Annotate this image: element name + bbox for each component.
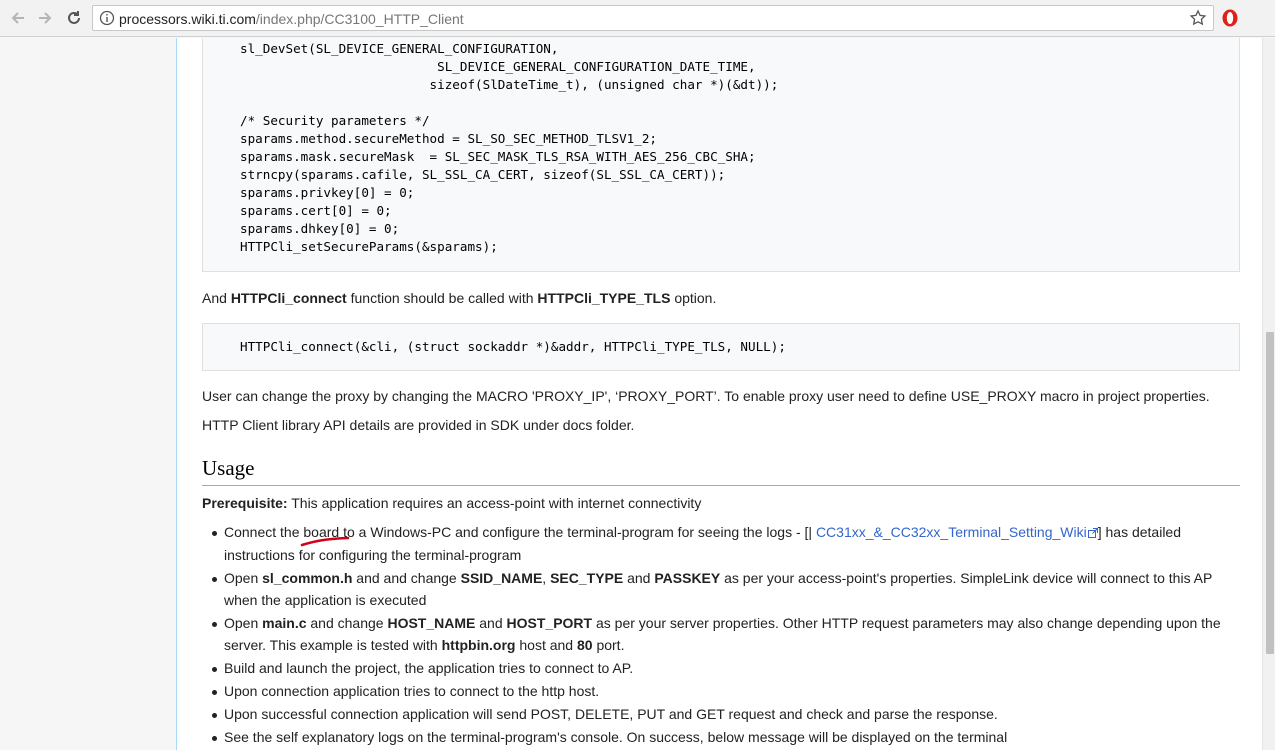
url-path: /index.php/CC3100_HTTP_Client [255,11,464,27]
step3-bold-1: main.c [262,615,307,632]
step3-text-2: and change [306,615,388,632]
reload-icon [68,11,80,24]
back-arrow-icon [11,12,24,24]
step3-text-1: Open [224,615,263,632]
reload-button[interactable] [63,7,85,29]
scrollbar-thumb[interactable] [1266,332,1274,654]
connect-text-1: And [202,290,231,306]
back-button[interactable] [7,7,29,29]
step2-text-1: Open [224,570,263,587]
list-item: Upon successful connection application w… [202,703,1242,725]
list-item: Open sl_common.h and and change SSID_NAM… [202,567,1242,611]
list-item: Upon connection application tries to con… [202,680,1242,702]
step2-bold-2: SSID_NAME [460,570,543,587]
proxy-paragraph: User can change the proxy by changing th… [202,388,1210,404]
page-side-margin [0,38,176,750]
step2-bold-4: PASSKEY [654,570,721,587]
terminal-setting-wiki-link[interactable]: CC31xx_&_CC32xx_Terminal_Setting_Wiki [816,524,1087,540]
step3-text-6: port. [592,637,625,654]
external-link-icon [1087,522,1098,544]
connect-text-2: function should be called with [346,290,538,306]
list-item: See the self explanatory logs on the ter… [202,726,1242,748]
code-block-connect: HTTPCli_connect(&cli, (struct sockaddr *… [202,323,1240,371]
api-paragraph: HTTP Client library API details are prov… [202,417,635,433]
list-item: Connect the board to a Windows-PC and co… [202,521,1242,566]
info-icon[interactable] [99,10,115,31]
article-content: sl_DevSet(SL_DEVICE_GENERAL_CONFIGURATIO… [176,38,1262,750]
list-item: Build and launch the project, the applic… [202,657,1242,679]
usage-steps-list: Connect the board to a Windows-PC and co… [202,521,1242,749]
step3-bold-4: httpbin.org [441,637,516,654]
code-block-secure-params: sl_DevSet(SL_DEVICE_GENERAL_CONFIGURATIO… [202,38,1240,272]
prerequisite-paragraph: Prerequisite: This application requires … [202,495,701,511]
connect-text-3: option. [670,290,717,306]
opera-extension-icon[interactable] [1221,8,1239,33]
connect-paragraph: And HTTPCli_connect function should be c… [202,290,716,306]
url-host: processors.wiki.ti.com [119,11,256,27]
red-underline-annotation [300,536,350,547]
step2-text-3: , [542,570,551,587]
step3-text-3: and [475,615,507,632]
step3-bold-3: HOST_PORT [506,615,593,632]
address-bar[interactable]: processors.wiki.ti.com/index.php/CC3100_… [92,5,1214,31]
connect-bold-2: HTTPCli_TYPE_TLS [537,290,671,306]
step2-text-2: and and change [352,570,461,587]
step2-bold-3: SEC_TYPE [550,570,624,587]
connect-bold-1: HTTPCli_connect [230,290,347,306]
usage-heading: Usage [202,456,1240,486]
forward-button[interactable] [34,7,56,29]
step3-bold-5: 80 [576,637,593,654]
list-item: Open main.c and change HOST_NAME and HOS… [202,612,1242,656]
forward-arrow-icon [39,12,52,24]
step3-text-5: host and [515,637,577,654]
vertical-scrollbar[interactable] [1262,38,1275,750]
browser-toolbar: processors.wiki.ti.com/index.php/CC3100_… [0,0,1275,37]
bookmark-star-icon[interactable] [1189,9,1207,32]
url-text[interactable]: processors.wiki.ti.com/index.php/CC3100_… [119,11,464,27]
step3-bold-2: HOST_NAME [387,615,476,632]
step2-bold-1: sl_common.h [262,570,353,587]
step2-text-4: and [623,570,655,587]
prerequisite-label: Prerequisite: [202,495,288,511]
prerequisite-text: This application requires an access-poin… [287,495,702,511]
